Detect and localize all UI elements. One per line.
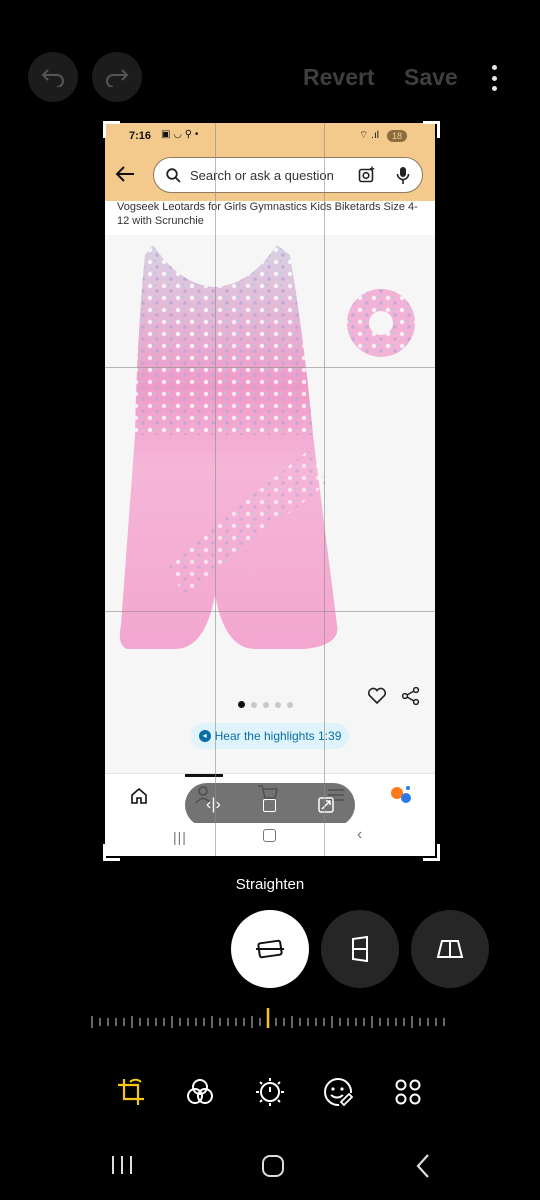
- crop-handle-bottom-left[interactable]: [103, 844, 120, 861]
- screenshot-system-nav: ||| ‹: [105, 823, 435, 856]
- product-title[interactable]: Vogseek Leotards for Girls Gymnastics Ki…: [117, 200, 427, 228]
- more-options-icon[interactable]: [489, 65, 499, 91]
- adjust-button[interactable]: [248, 1070, 292, 1114]
- expand-icon[interactable]: [318, 797, 334, 813]
- revert-button[interactable]: Revert: [303, 64, 375, 91]
- vertical-perspective-icon: [352, 936, 368, 962]
- code-brackets-icon[interactable]: ‹|›: [206, 796, 221, 814]
- crop-rotate-icon: [118, 1078, 144, 1105]
- back-chevron-icon: [416, 1154, 429, 1178]
- share-icon[interactable]: [401, 687, 421, 705]
- crop-grid-line: [105, 611, 435, 612]
- speaker-icon: ◂: [198, 730, 211, 742]
- crop-grid-line: [105, 367, 435, 368]
- sticker-icon: [324, 1078, 354, 1107]
- highlights-label: Hear the highlights 1:39: [214, 729, 342, 743]
- horizontal-perspective-button[interactable]: [411, 910, 489, 988]
- home-icon[interactable]: [130, 788, 148, 804]
- status-bar: 7:16 ▣ ◡ ⚲ • ⌔ .ıl 18: [105, 123, 435, 149]
- back-arrow-icon[interactable]: [115, 165, 135, 183]
- more-tools-icon: [395, 1079, 421, 1105]
- horizontal-perspective-icon: [436, 940, 464, 958]
- back-icon: ‹: [357, 826, 363, 843]
- signal-icon: ⌔ .ıl: [359, 130, 379, 141]
- crop-handle-bottom-right[interactable]: [423, 844, 440, 861]
- search-icon: [166, 168, 181, 183]
- recents-button[interactable]: [110, 1154, 134, 1181]
- straighten-icon: [256, 939, 284, 959]
- carousel-dots[interactable]: [235, 695, 296, 713]
- redo-button[interactable]: [92, 52, 142, 102]
- camera-search-icon[interactable]: [358, 166, 376, 184]
- save-button[interactable]: Save: [404, 64, 458, 91]
- vertical-perspective-button[interactable]: [321, 910, 399, 988]
- recents-icon: |||: [173, 829, 187, 845]
- tool-mode-label: Straighten: [235, 876, 305, 893]
- angle-dial[interactable]: [90, 1008, 450, 1036]
- home-circle-icon: [262, 1155, 284, 1177]
- crop-grid-line: [324, 123, 325, 856]
- undo-button[interactable]: [28, 52, 78, 102]
- recents-icon: [112, 1156, 132, 1174]
- heart-icon[interactable]: [367, 687, 387, 705]
- filters-button[interactable]: [178, 1070, 222, 1114]
- active-tab-indicator: [185, 774, 223, 777]
- square-icon[interactable]: [262, 798, 276, 812]
- rufus-ai-icon[interactable]: [389, 784, 413, 806]
- carousel-dot[interactable]: [275, 702, 281, 708]
- carousel-dot[interactable]: [251, 702, 257, 708]
- floating-edit-toolbar: ‹|›: [185, 783, 355, 827]
- search-input[interactable]: Search or ask a question: [153, 157, 423, 193]
- crop-grid-line: [215, 123, 216, 856]
- search-header: Search or ask a question: [105, 149, 435, 201]
- product-image[interactable]: [105, 235, 435, 785]
- straighten-tool-button[interactable]: [231, 910, 309, 988]
- crop-handle-top-left[interactable]: [103, 121, 120, 138]
- more-tools-button[interactable]: [386, 1070, 430, 1114]
- leotard-illustration: [119, 245, 338, 649]
- search-placeholder: Search or ask a question: [190, 168, 334, 183]
- scrunchie-illustration: [347, 289, 415, 357]
- sticker-button[interactable]: [316, 1070, 360, 1114]
- microphone-icon[interactable]: [396, 166, 410, 185]
- battery-badge: 18: [387, 130, 408, 142]
- status-time: 7:16: [129, 130, 152, 142]
- adjust-icon: [256, 1078, 284, 1106]
- carousel-dot[interactable]: [263, 702, 269, 708]
- carousel-dot[interactable]: [238, 701, 245, 708]
- screenshot-image: 7:16 ▣ ◡ ⚲ • ⌔ .ıl 18 Search or ask a qu…: [105, 123, 435, 856]
- undo-icon: [41, 69, 64, 87]
- redo-icon: [106, 69, 129, 87]
- status-notification-icons: ▣ ◡ ⚲ •: [161, 129, 199, 140]
- carousel-dot[interactable]: [287, 702, 293, 708]
- home-button-icon: [263, 829, 276, 842]
- filters-icon: [187, 1079, 213, 1104]
- crop-rotate-button[interactable]: [109, 1070, 153, 1114]
- crop-handle-top-right[interactable]: [423, 121, 440, 138]
- home-button[interactable]: [261, 1154, 285, 1183]
- back-button[interactable]: [414, 1153, 432, 1184]
